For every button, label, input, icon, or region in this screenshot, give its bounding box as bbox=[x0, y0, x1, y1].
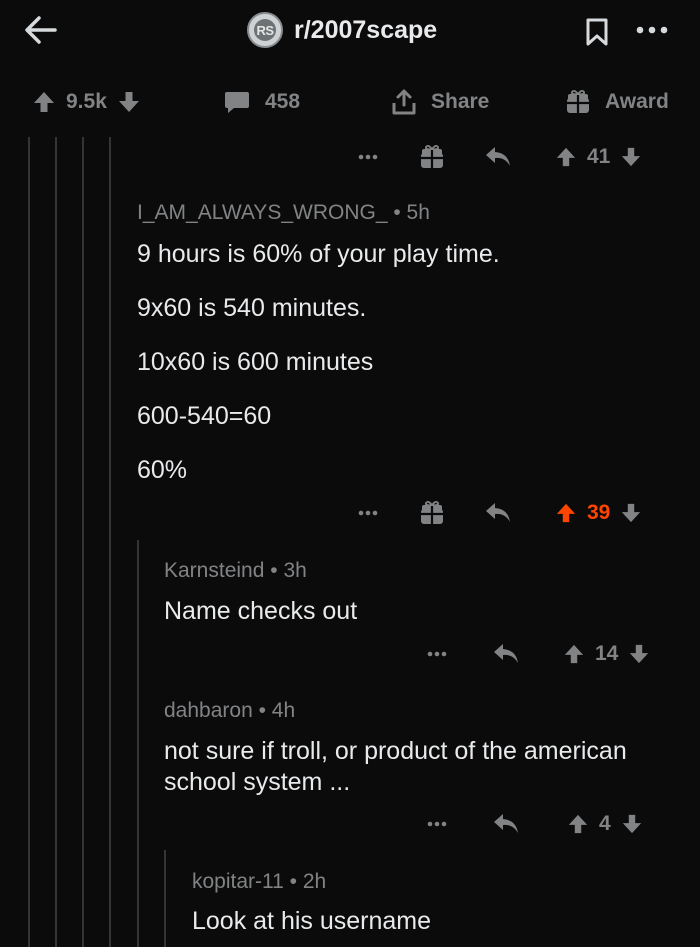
comment-meta: kopitar-11 • 2h bbox=[192, 870, 326, 894]
comment-actions: 4 bbox=[427, 807, 643, 841]
subreddit-avatar-text: RS bbox=[256, 22, 274, 38]
post-vote-count: 9.5k bbox=[66, 90, 107, 113]
reply-icon[interactable] bbox=[485, 502, 511, 524]
meta-separator: • bbox=[387, 201, 407, 224]
award-icon bbox=[567, 89, 589, 113]
comment-actions: 41 bbox=[358, 140, 642, 174]
post-award-label: Award bbox=[605, 90, 669, 113]
share-icon bbox=[392, 89, 416, 115]
post-vote-bar: 9.5k bbox=[32, 86, 141, 118]
downvote-icon[interactable] bbox=[117, 90, 141, 114]
bookmark-icon bbox=[586, 18, 608, 46]
post-share-label: Share bbox=[431, 90, 490, 113]
comment-actions: 14 bbox=[427, 637, 650, 671]
thread-line[interactable] bbox=[164, 850, 166, 947]
comment-body-line: 60% bbox=[137, 456, 188, 484]
comment-body-line: not sure if troll, or product of the ame… bbox=[164, 737, 627, 765]
comment-icon bbox=[225, 92, 249, 113]
upvote-icon[interactable] bbox=[563, 643, 585, 665]
upvote-icon[interactable] bbox=[32, 90, 56, 114]
comment-author[interactable]: kopitar-11 bbox=[192, 870, 284, 893]
downvote-icon[interactable] bbox=[621, 813, 643, 835]
post-comments-button[interactable]: 458 bbox=[224, 86, 300, 118]
reply-icon[interactable] bbox=[493, 813, 519, 835]
upvote-icon[interactable] bbox=[555, 502, 577, 524]
back-button[interactable] bbox=[18, 10, 62, 50]
back-arrow-icon bbox=[25, 16, 57, 44]
comment-body-line: school system ... bbox=[164, 768, 351, 796]
comment-age: 2h bbox=[302, 870, 327, 893]
comment-actions: 39 bbox=[358, 496, 642, 530]
comment-body-line: 10x60 is 600 minutes bbox=[137, 348, 374, 376]
comment-author[interactable]: dahbaron bbox=[164, 699, 253, 722]
thread-line[interactable] bbox=[109, 137, 111, 947]
downvote-icon[interactable] bbox=[620, 502, 642, 524]
comment-body-line: Name checks out bbox=[164, 597, 358, 625]
comment-score: 4 bbox=[599, 812, 611, 835]
more-icon[interactable] bbox=[358, 154, 378, 160]
subreddit-name: r/2007scape bbox=[294, 15, 438, 44]
comment-body-line: 600-540=60 bbox=[137, 402, 272, 430]
subreddit-header[interactable]: RS r/2007scape bbox=[247, 11, 437, 49]
post-share-button[interactable]: Share bbox=[391, 86, 489, 118]
upvote-icon[interactable] bbox=[555, 146, 577, 168]
reply-icon[interactable] bbox=[493, 643, 519, 665]
reply-icon[interactable] bbox=[485, 146, 511, 168]
comment-meta: I_AM_ALWAYS_WRONG_ • 5h bbox=[137, 201, 430, 225]
thread-line[interactable] bbox=[28, 137, 30, 947]
award-icon[interactable] bbox=[419, 144, 445, 170]
upvote-icon[interactable] bbox=[567, 813, 589, 835]
meta-separator: • bbox=[252, 699, 272, 722]
meta-separator: • bbox=[283, 870, 303, 893]
comment-body-line: Look at his username bbox=[192, 907, 432, 935]
comment-score: 41 bbox=[587, 145, 611, 168]
comment-age: 5h bbox=[406, 201, 430, 224]
thread-line[interactable] bbox=[82, 137, 84, 947]
more-icon bbox=[636, 26, 668, 34]
comment-body-line: 9x60 is 540 minutes. bbox=[137, 294, 367, 322]
thread-line[interactable] bbox=[137, 540, 139, 947]
comment-author[interactable]: Karnsteind bbox=[164, 559, 264, 582]
save-button[interactable] bbox=[580, 14, 614, 50]
comment-meta: dahbaron • 4h bbox=[164, 699, 295, 723]
downvote-icon[interactable] bbox=[628, 643, 650, 665]
comment-age: 3h bbox=[283, 559, 307, 582]
more-options-button[interactable] bbox=[632, 16, 672, 44]
comment-author[interactable]: I_AM_ALWAYS_WRONG_ bbox=[137, 201, 388, 224]
award-icon[interactable] bbox=[419, 500, 445, 526]
comment-meta: Karnsteind • 3h bbox=[164, 559, 307, 583]
more-icon[interactable] bbox=[427, 821, 447, 827]
meta-separator: • bbox=[264, 559, 284, 582]
comment-score: 39 bbox=[587, 501, 611, 524]
comment-score: 14 bbox=[595, 642, 619, 665]
thread-line[interactable] bbox=[55, 137, 57, 947]
comment-age: 4h bbox=[271, 699, 296, 722]
more-icon[interactable] bbox=[427, 651, 447, 657]
subreddit-avatar-icon: RS bbox=[247, 12, 283, 48]
more-icon[interactable] bbox=[358, 510, 378, 516]
comment-body-line: 9 hours is 60% of your play time. bbox=[137, 240, 500, 268]
post-award-button[interactable]: Award bbox=[565, 86, 669, 118]
post-comment-count: 458 bbox=[265, 90, 301, 113]
downvote-icon[interactable] bbox=[620, 146, 642, 168]
